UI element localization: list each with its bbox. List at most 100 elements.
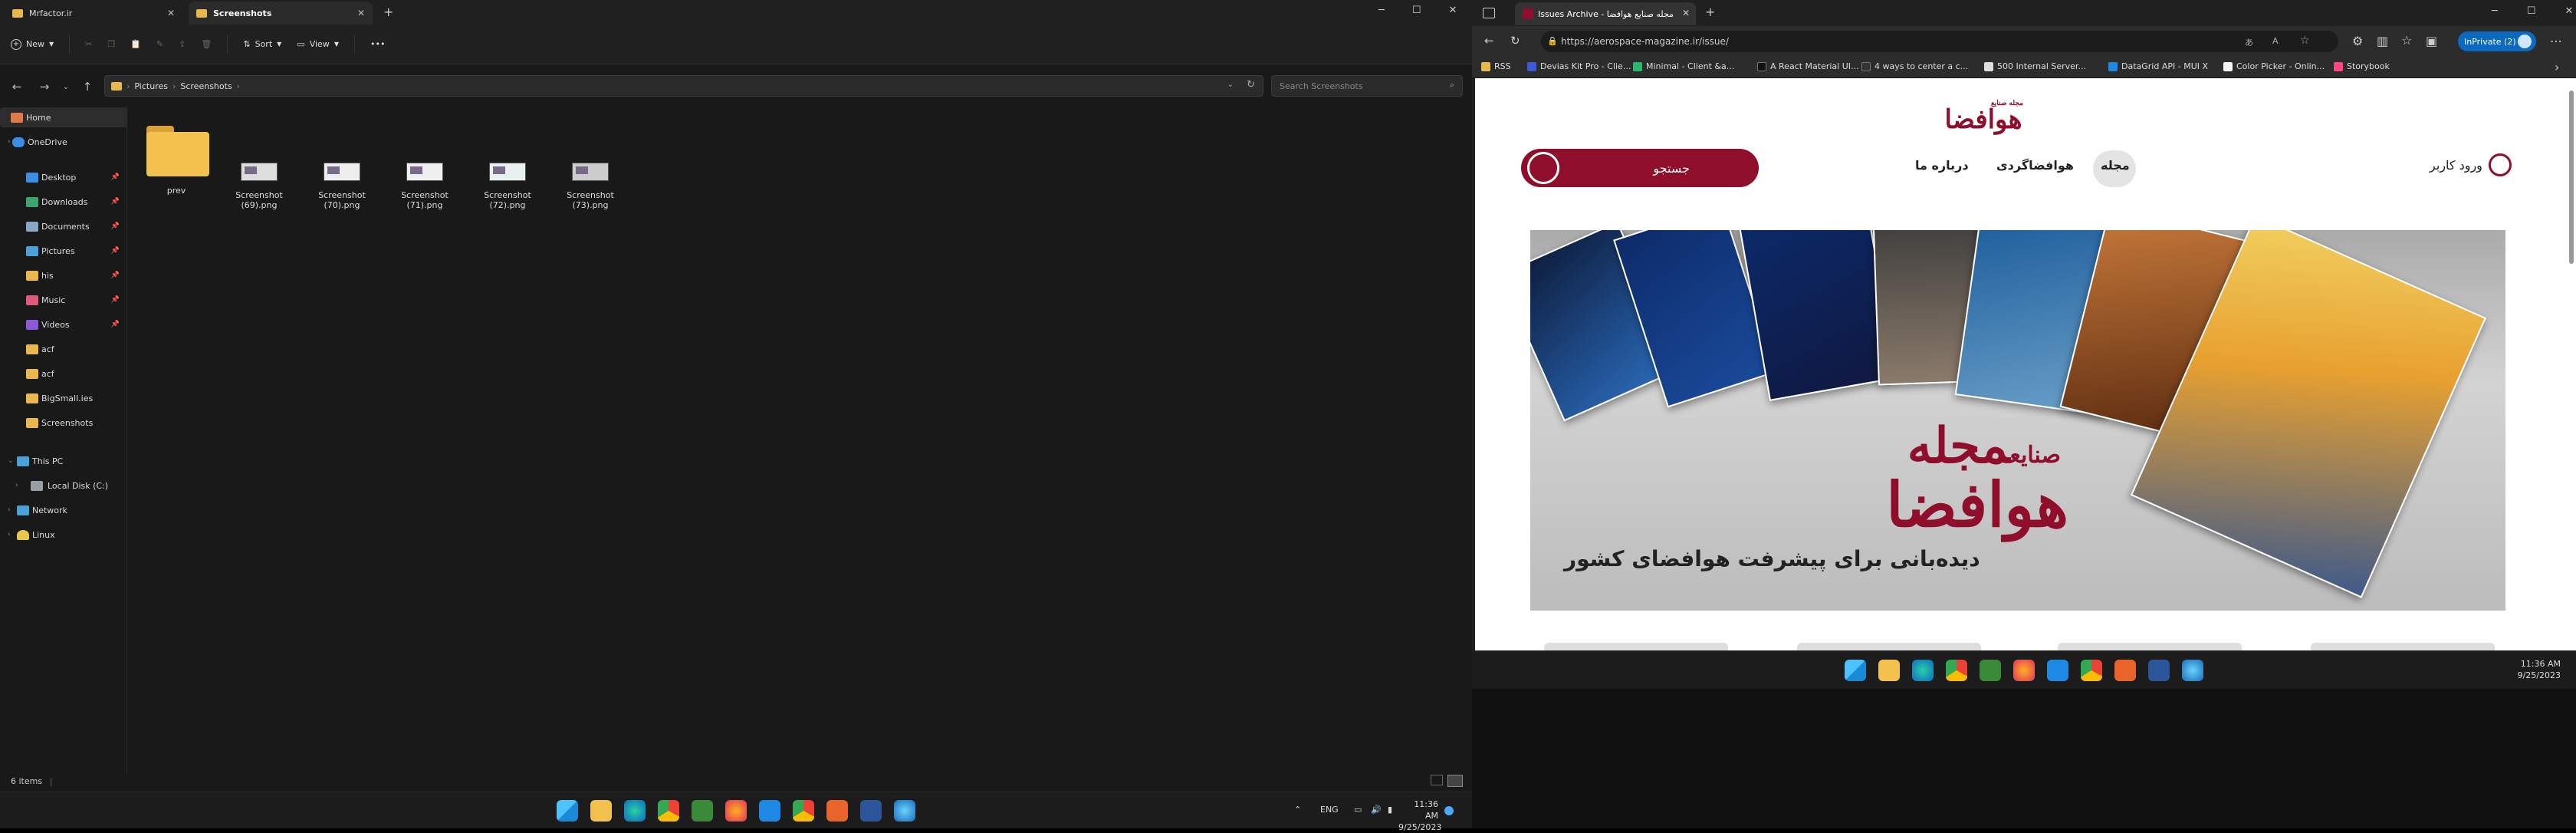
sort-button[interactable]: ⇅ Sort ▼ <box>243 39 281 49</box>
bookmark-center[interactable]: 4 ways to center a c... <box>1861 61 1968 71</box>
delete-icon[interactable]: 🗑 <box>201 39 212 49</box>
pin-icon[interactable]: 📌 <box>111 296 120 304</box>
tab-mrfactor[interactable]: Mrfactor.ir ✕ <box>5 2 182 25</box>
nav-about[interactable]: درباره ما <box>1915 158 1969 173</box>
share-icon[interactable]: ⇪ <box>179 39 186 49</box>
bookmark-datagrid[interactable]: DataGrid API - MUI X <box>2108 61 2208 71</box>
bookmark-devias[interactable]: Devias Kit Pro - Clie... <box>1527 61 1631 71</box>
up-arrow-icon[interactable]: ↑ <box>74 80 101 94</box>
notepad-icon[interactable] <box>1980 660 2001 681</box>
minimize-icon[interactable]: ─ <box>1378 5 1385 16</box>
file-explorer-icon[interactable] <box>590 800 612 821</box>
bookmark-500[interactable]: 500 Internal Server... <box>1984 61 2086 71</box>
vscode-icon[interactable] <box>759 800 780 821</box>
tiles-view-icon[interactable] <box>1447 775 1463 787</box>
close-tab-icon[interactable]: ✕ <box>357 8 365 18</box>
start-icon[interactable] <box>557 800 578 821</box>
nav-acf-1[interactable]: acf <box>0 339 127 359</box>
bookmark-storybook[interactable]: Storybook <box>2334 61 2390 71</box>
back-arrow-icon[interactable]: ← <box>1484 34 1494 48</box>
firefox-icon[interactable] <box>2013 660 2035 681</box>
expand-chevron-icon[interactable]: › <box>8 506 11 514</box>
battery-icon[interactable]: ▮ <box>1388 805 1392 815</box>
search-icon[interactable] <box>1527 152 1559 184</box>
bookmark-react-material[interactable]: A React Material UI... <box>1757 61 1859 71</box>
file-item[interactable]: Screenshot (71).png <box>391 123 458 210</box>
firefox-icon[interactable] <box>725 800 747 821</box>
bookmark-rss[interactable]: RSS <box>1481 61 1511 71</box>
clock[interactable]: 11:36 AM 9/25/2023 <box>2515 658 2561 681</box>
copy-icon[interactable]: ❐ <box>107 39 115 49</box>
refresh-icon[interactable]: ↻ <box>1247 79 1255 91</box>
more-options-icon[interactable]: ••• <box>370 39 385 49</box>
xampp-icon[interactable] <box>2114 660 2136 681</box>
nav-this-pc[interactable]: ⌄ This PC <box>0 451 127 471</box>
nav-music[interactable]: Music 📌 <box>0 290 127 310</box>
lock-icon[interactable]: 🔒 <box>1547 36 1558 46</box>
language-indicator[interactable]: ENG <box>1320 805 1339 815</box>
more-options-icon[interactable]: ⋯ <box>2550 34 2562 48</box>
nav-acf-2[interactable]: acf <box>0 364 127 384</box>
browser-icon[interactable] <box>894 800 915 821</box>
paste-icon[interactable]: 📋 <box>130 39 141 49</box>
address-dropdown-icon[interactable]: ⌄ <box>1227 81 1234 89</box>
favorites-icon[interactable]: ☆ <box>2401 33 2412 48</box>
tab-screenshots[interactable]: Screenshots ✕ <box>189 2 373 25</box>
close-window-icon[interactable]: ✕ <box>2564 5 2573 17</box>
inprivate-button[interactable]: InPrivate (2) <box>2458 31 2536 51</box>
chrome-icon[interactable] <box>658 800 679 821</box>
expand-chevron-icon[interactable]: › <box>15 482 18 489</box>
nav-network[interactable]: › Network <box>0 500 127 520</box>
vscode-icon[interactable] <box>2047 660 2068 681</box>
url-bar[interactable]: 🔒 https://aerospace-magazine.ir/issue/ あ… <box>1541 31 2338 52</box>
search-input[interactable]: Search Screenshots ⌕ <box>1271 75 1463 97</box>
rename-icon[interactable]: ✎ <box>156 39 163 49</box>
details-view-icon[interactable] <box>1431 775 1443 785</box>
close-window-icon[interactable]: ✕ <box>1448 5 1457 16</box>
start-icon[interactable] <box>1845 660 1866 681</box>
extensions-icon[interactable]: ⚙ <box>2352 34 2363 48</box>
notepad-icon[interactable] <box>692 800 713 821</box>
split-screen-icon[interactable]: ▥ <box>2377 34 2388 48</box>
nav-pictures[interactable]: Pictures 📌 <box>0 241 127 261</box>
nav-bigsmall[interactable]: BigSmall.ies <box>0 388 127 408</box>
new-tab-icon[interactable]: + <box>1705 5 1715 19</box>
read-aloud-icon[interactable]: A <box>2272 36 2279 46</box>
collections-icon[interactable]: ▣ <box>2426 34 2437 48</box>
maximize-icon[interactable]: ☐ <box>2527 5 2536 17</box>
scrollbar-thumb[interactable] <box>2569 91 2574 264</box>
nav-onedrive[interactable]: › OneDrive <box>0 132 127 152</box>
pin-icon[interactable]: 📌 <box>111 321 120 328</box>
favorite-star-icon[interactable]: ☆ <box>2300 35 2310 47</box>
edge-icon[interactable] <box>1912 660 1934 681</box>
notification-icon[interactable] <box>1444 806 1454 815</box>
nav-his[interactable]: his 📌 <box>0 265 127 285</box>
login-link[interactable]: ورود کاربر <box>2430 153 2512 176</box>
page-scrollbar[interactable] <box>2567 78 2576 650</box>
new-button[interactable]: + New ▼ <box>11 38 54 50</box>
file-explorer-icon[interactable] <box>1878 660 1900 681</box>
nav-downloads[interactable]: Downloads 📌 <box>0 192 127 212</box>
nav-magazine[interactable]: مجله <box>2101 158 2130 173</box>
minimize-icon[interactable]: ─ <box>2492 5 2498 17</box>
breadcrumb-pictures[interactable]: Pictures <box>134 81 168 91</box>
word-icon[interactable] <box>860 800 882 821</box>
nav-home[interactable]: Home <box>0 107 127 127</box>
nav-aerospace-tour[interactable]: هوافضاگردی <box>1996 158 2074 173</box>
maximize-icon[interactable]: ☐ <box>1412 5 1421 16</box>
more-bookmarks-chevron-icon[interactable]: › <box>2555 60 2559 74</box>
address-bar[interactable]: › Pictures › Screenshots › ⌄ ↻ <box>104 75 1263 97</box>
expand-chevron-icon[interactable]: › <box>8 138 11 146</box>
file-item[interactable]: Screenshot (73).png <box>557 123 624 210</box>
cut-icon[interactable]: ✂ <box>85 39 92 49</box>
site-logo[interactable]: هوافضا مجله صنایع <box>1931 100 2036 138</box>
chrome-icon[interactable] <box>1946 660 1967 681</box>
xampp-icon[interactable] <box>826 800 848 821</box>
refresh-icon[interactable]: ↻ <box>1510 34 1520 48</box>
network-status-icon[interactable]: ▭ <box>1354 805 1362 815</box>
recent-chevron-icon[interactable]: ⌄ <box>58 83 74 91</box>
translate-icon[interactable]: あ <box>2245 36 2253 48</box>
folder-item-prev[interactable]: prev <box>143 123 210 210</box>
bookmark-color-picker[interactable]: Color Picker - Onlin... <box>2223 61 2325 71</box>
new-tab-icon[interactable]: + <box>383 5 393 19</box>
